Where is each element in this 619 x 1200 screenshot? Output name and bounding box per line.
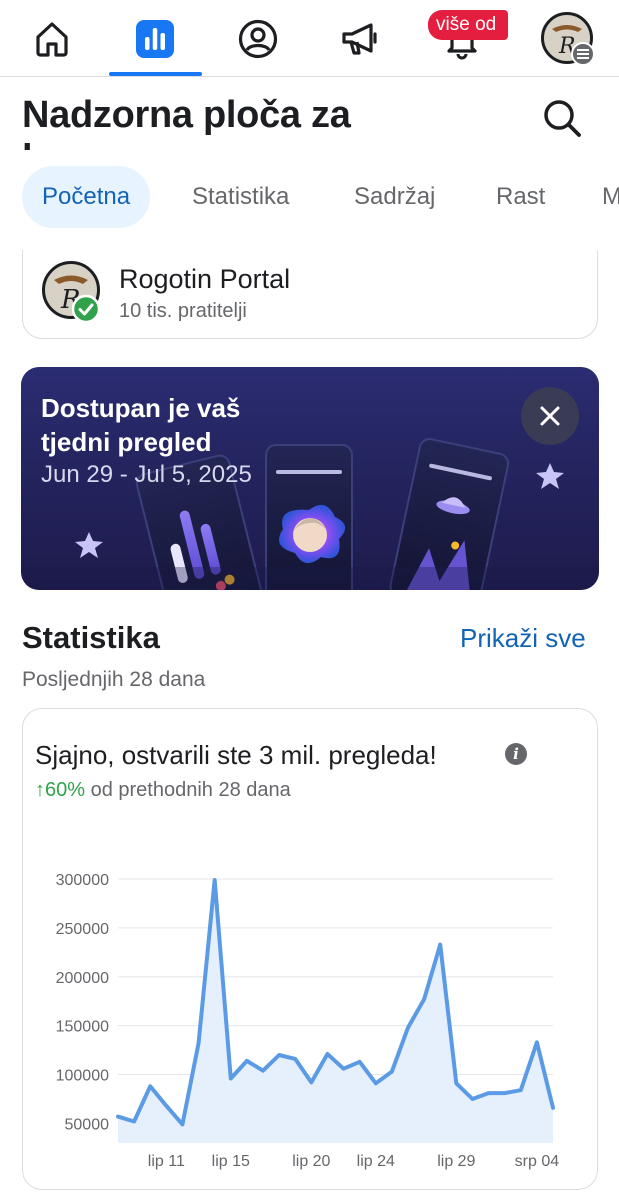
active-tab-indicator [109,72,202,76]
y-tick-label: 200000 [56,970,109,987]
account-avatar[interactable]: R [541,12,595,66]
tab-statistika[interactable]: Statistika [192,166,289,228]
megaphone-icon[interactable] [331,10,391,68]
x-tick-label: lip 11 [148,1153,185,1170]
menu-icon [571,42,595,66]
page-title: Nadzorna ploča za [22,94,351,136]
profile-card[interactable]: R Rogotin Portal 10 tis. pratitelji [22,250,598,339]
x-tick-label: lip 20 [292,1153,330,1170]
section-title: Statistika [22,620,160,655]
y-tick-label: 50000 [65,1116,110,1133]
search-button[interactable] [536,92,588,144]
tab-more[interactable]: M [602,166,619,228]
close-icon [540,406,560,426]
weekly-recap-banner[interactable]: Dostupan je vaš tjedni pregled Jun 29 - … [21,367,599,590]
show-all-link[interactable]: Prikaži sve [460,623,586,654]
profile-name: Rogotin Portal [119,264,291,294]
x-tick-label: srp 04 [515,1153,560,1170]
views-area [118,879,553,1143]
y-tick-label: 250000 [56,921,109,938]
banner-title: Dostupan je vaš tjedni pregled [41,393,241,457]
notification-badge: više od [428,10,509,40]
page-title-overflow: profesionalni rad [22,143,382,153]
views-line-chart: 50000 100000 150000 200000 250000 300000 lip 1… [56,872,560,1170]
x-tick-label: lip 29 [437,1153,475,1170]
profile-icon[interactable] [228,10,288,68]
views-chart-card[interactable]: Sjajno, ostvarili ste 3 mil. pregleda! i… [22,708,598,1190]
profile-followers: 10 tis. pratitelji [119,300,247,322]
section-subtitle: Posljednjih 28 dana [22,668,206,691]
y-tick-label: 150000 [56,1019,109,1036]
x-tick-label: lip 24 [357,1153,395,1170]
x-tick-label: lip 15 [212,1153,250,1170]
home-icon[interactable] [22,10,82,68]
top-navigation: više od R [0,0,619,77]
tab-rast[interactable]: Rast [496,166,545,228]
close-banner-button[interactable] [521,387,579,445]
tab-pocetna[interactable]: Početna [22,166,151,228]
y-tick-label: 100000 [56,1068,109,1085]
verified-check-icon [72,295,100,323]
tab-sadrzaj[interactable]: Sadržaj [354,166,435,228]
insights-icon[interactable] [125,10,185,68]
banner-date-range: Jun 29 - Jul 5, 2025 [41,461,252,488]
search-icon [544,100,581,137]
y-tick-label: 300000 [56,872,109,889]
section-tabs: Početna Statistika Sadržaj Rast M [0,166,619,228]
